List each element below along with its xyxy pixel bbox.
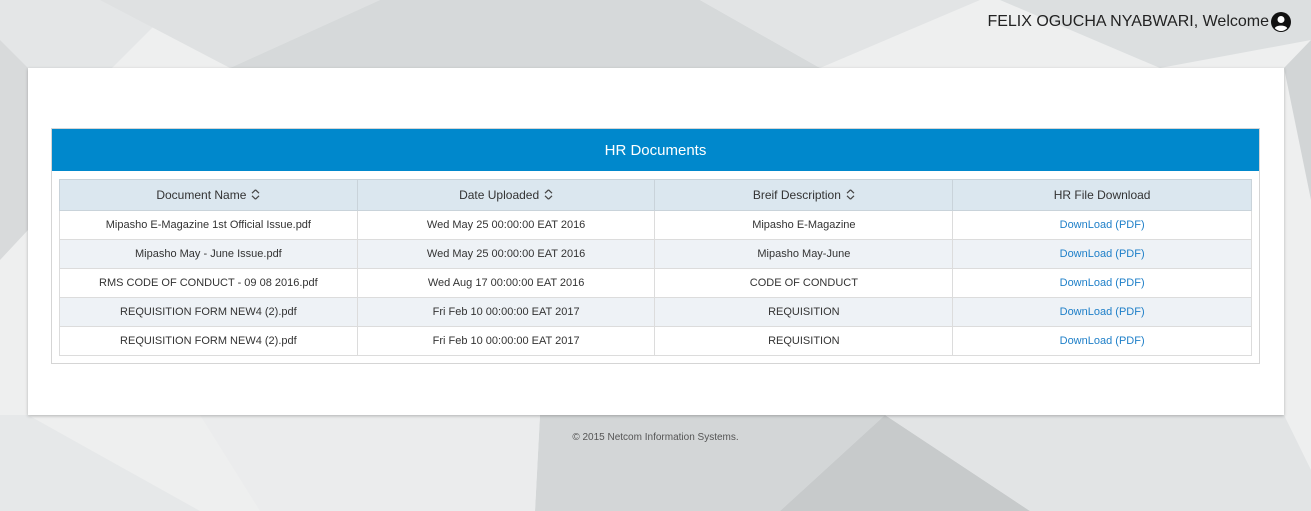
table-row: Mipasho E-Magazine 1st Official Issue.pd… xyxy=(59,210,1252,240)
date-uploaded-cell: Wed Aug 17 00:00:00 EAT 2016 xyxy=(356,268,656,298)
download-cell: DownLoad (PDF) xyxy=(952,297,1252,327)
table-row: Mipasho May - June Issue.pdf Wed May 25 … xyxy=(59,239,1252,269)
sort-icon xyxy=(251,189,260,200)
table-header-row: Document Name Date Uploaded Breif Descri… xyxy=(59,179,1252,211)
download-cell: DownLoad (PDF) xyxy=(952,326,1252,356)
document-name-cell: Mipasho May - June Issue.pdf xyxy=(59,239,358,269)
hr-documents-panel: HR Documents Document Name Date Uploaded… xyxy=(51,128,1260,364)
column-header-description[interactable]: Breif Description xyxy=(654,179,954,211)
description-cell: CODE OF CONDUCT xyxy=(654,268,954,298)
table-row: RMS CODE OF CONDUCT - 09 08 2016.pdf Wed… xyxy=(59,268,1252,298)
document-name-cell: REQUISITION FORM NEW4 (2).pdf xyxy=(59,297,358,327)
download-pdf-link[interactable]: DownLoad (PDF) xyxy=(1060,335,1145,347)
user-name-label: FELIX OGUCHA NYABWARI, Welcome xyxy=(987,13,1269,30)
table-row: REQUISITION FORM NEW4 (2).pdf Fri Feb 10… xyxy=(59,297,1252,327)
download-cell: DownLoad (PDF) xyxy=(952,210,1252,240)
date-uploaded-cell: Fri Feb 10 00:00:00 EAT 2017 xyxy=(356,326,656,356)
description-cell: REQUISITION xyxy=(654,297,954,327)
user-welcome: FELIX OGUCHA NYABWARI, Welcome xyxy=(987,12,1291,32)
document-name-cell: Mipasho E-Magazine 1st Official Issue.pd… xyxy=(59,210,358,240)
date-uploaded-cell: Wed May 25 00:00:00 EAT 2016 xyxy=(356,210,656,240)
download-pdf-link[interactable]: DownLoad (PDF) xyxy=(1060,306,1145,318)
document-name-cell: REQUISITION FORM NEW4 (2).pdf xyxy=(59,326,358,356)
date-uploaded-cell: Wed May 25 00:00:00 EAT 2016 xyxy=(356,239,656,269)
date-uploaded-cell: Fri Feb 10 00:00:00 EAT 2017 xyxy=(356,297,656,327)
column-header-label: Document Name xyxy=(156,188,247,202)
table-row: REQUISITION FORM NEW4 (2).pdf Fri Feb 10… xyxy=(59,326,1252,356)
main-card: HR Documents Document Name Date Uploaded… xyxy=(28,68,1284,415)
download-pdf-link[interactable]: DownLoad (PDF) xyxy=(1060,248,1145,260)
sort-icon xyxy=(544,189,553,200)
documents-table: Document Name Date Uploaded Breif Descri… xyxy=(59,179,1252,356)
description-cell: REQUISITION xyxy=(654,326,954,356)
description-cell: Mipasho E-Magazine xyxy=(654,210,954,240)
download-pdf-link[interactable]: DownLoad (PDF) xyxy=(1060,219,1145,231)
description-cell: Mipasho May-June xyxy=(654,239,954,269)
column-header-label: HR File Download xyxy=(1053,188,1151,202)
download-pdf-link[interactable]: DownLoad (PDF) xyxy=(1060,277,1145,289)
column-header-date-uploaded[interactable]: Date Uploaded xyxy=(356,179,656,211)
download-cell: DownLoad (PDF) xyxy=(952,239,1252,269)
column-header-label: Date Uploaded xyxy=(459,188,540,202)
panel-title: HR Documents xyxy=(52,129,1259,171)
column-header-document-name[interactable]: Document Name xyxy=(59,179,358,211)
footer-copyright: © 2015 Netcom Information Systems. xyxy=(572,432,739,443)
column-header-label: Breif Description xyxy=(752,188,841,202)
download-cell: DownLoad (PDF) xyxy=(952,268,1252,298)
user-circle-icon[interactable] xyxy=(1271,12,1291,32)
sort-icon xyxy=(846,189,855,200)
column-header-file-download: HR File Download xyxy=(952,179,1252,211)
document-name-cell: RMS CODE OF CONDUCT - 09 08 2016.pdf xyxy=(59,268,358,298)
